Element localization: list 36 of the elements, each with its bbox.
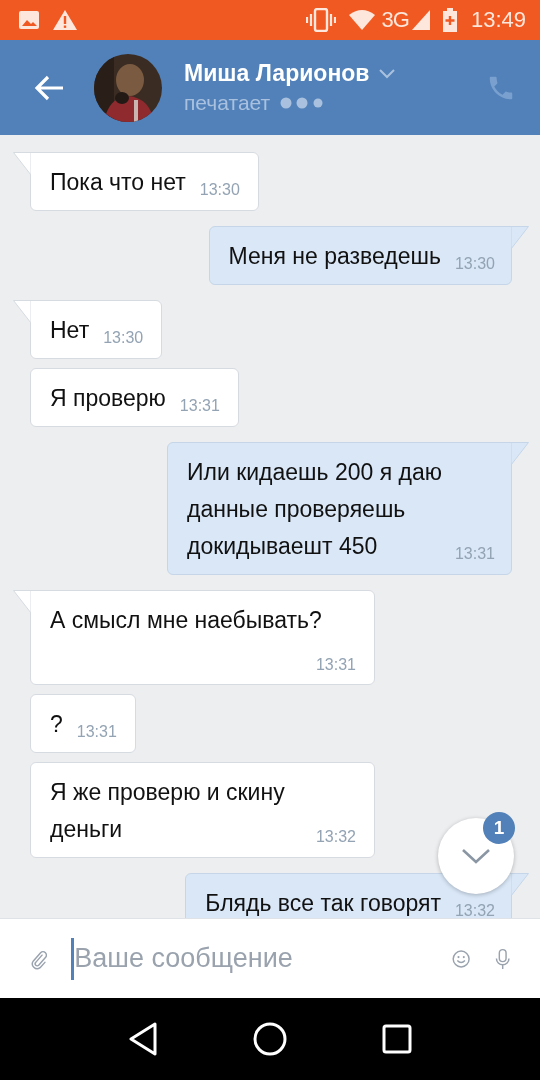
- message-time: 13:30: [199, 180, 240, 200]
- message-text: Меня не разведешь: [228, 243, 441, 269]
- message-text: Или кидаешь 200 я даю данные проверяешь докидываешт 450: [187, 459, 442, 559]
- chevron-down-icon[interactable]: [379, 68, 396, 79]
- chevron-down-icon: [461, 848, 491, 864]
- wifi-icon: [347, 9, 376, 31]
- message-time: 13:31: [315, 655, 356, 675]
- home-icon[interactable]: [253, 1022, 287, 1056]
- battery-icon: [442, 8, 457, 32]
- message-input[interactable]: Ваше сообщение: [71, 934, 429, 983]
- message-time: 13:30: [103, 328, 144, 348]
- message-text: ?: [50, 711, 63, 737]
- message-time: 13:31: [454, 544, 495, 564]
- recents-icon[interactable]: [382, 1024, 413, 1054]
- message-text: Блядь все так говорят: [205, 890, 441, 916]
- warning-icon: [52, 9, 78, 31]
- typing-status: печатает: [184, 91, 271, 115]
- signal-icon: [410, 9, 431, 31]
- unread-badge: 1: [483, 812, 515, 844]
- contact-name[interactable]: Миша Ларионов: [184, 60, 370, 87]
- clock-time: 13:49: [470, 7, 526, 33]
- message-time: 13:32: [454, 901, 495, 918]
- back-arrow-icon[interactable]: [34, 73, 66, 102]
- message-text: Я проверю: [50, 385, 166, 411]
- message-text: А смысл мне наебывать?: [50, 607, 322, 633]
- message-time: 13:30: [454, 254, 495, 274]
- message-time: 13:31: [179, 396, 220, 416]
- back-icon[interactable]: [127, 1022, 158, 1056]
- message-text: Я же проверю и скину деньги: [50, 779, 285, 842]
- vibrate-icon: [305, 8, 336, 32]
- message-text: Пока что нет: [50, 169, 186, 195]
- message-text: Нет: [50, 317, 90, 343]
- image-icon: [18, 10, 40, 30]
- message-time: 13:31: [76, 722, 117, 742]
- message-time: 13:32: [315, 827, 356, 847]
- network-type: 3G: [381, 7, 409, 33]
